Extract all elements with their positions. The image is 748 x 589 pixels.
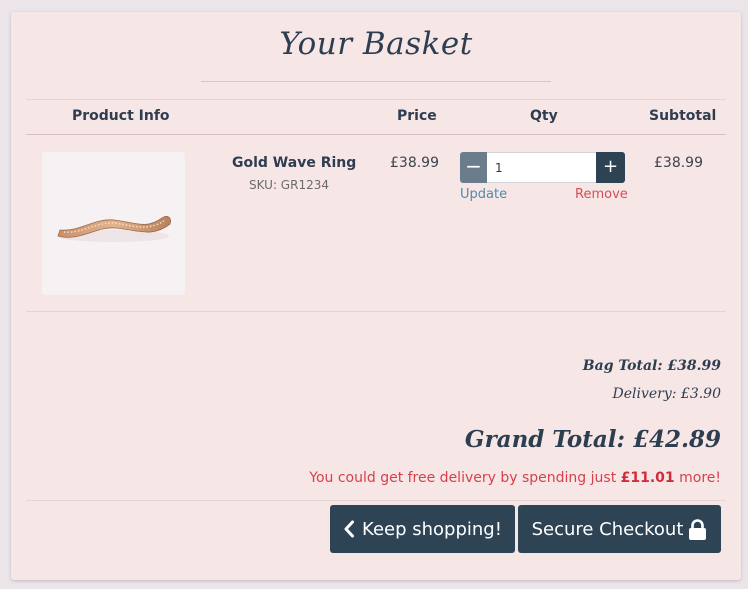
remove-link[interactable]: Remove: [575, 187, 628, 202]
product-subtotal: £38.99: [654, 155, 703, 171]
header-qty: Qty: [530, 108, 558, 124]
bag-total: Bag Total: £38.99: [582, 358, 721, 374]
quantity-stepper: − +: [460, 152, 625, 183]
increase-quantity-button[interactable]: +: [596, 152, 625, 183]
keep-shopping-button[interactable]: Keep shopping!: [330, 505, 515, 553]
product-name[interactable]: Gold Wave Ring: [232, 155, 356, 171]
page-title: Your Basket: [279, 26, 473, 62]
chevron-left-icon: [344, 520, 355, 538]
secure-checkout-label: Secure Checkout: [531, 518, 684, 540]
keep-shopping-label: Keep shopping!: [362, 518, 502, 540]
footer-divider: [26, 500, 726, 501]
decrease-quantity-button[interactable]: −: [460, 152, 487, 183]
update-link[interactable]: Update: [460, 187, 507, 202]
basket-card: Your Basket Product Info Price Qty Subto…: [11, 12, 741, 580]
grand-total: Grand Total: £42.89: [464, 426, 721, 453]
table-top-divider: [26, 99, 726, 100]
header-product-info: Product Info: [72, 108, 170, 124]
lock-icon: [689, 518, 707, 540]
header-subtotal: Subtotal: [649, 108, 717, 124]
quantity-input[interactable]: [487, 152, 596, 183]
free-delivery-message: You could get free delivery by spending …: [309, 470, 721, 486]
delivery-cost: Delivery: £3.90: [612, 386, 721, 402]
free-delivery-suffix: more!: [674, 470, 721, 486]
product-sku: SKU: GR1234: [249, 178, 329, 192]
row-divider: [26, 311, 726, 312]
product-image[interactable]: [42, 152, 185, 295]
secure-checkout-button[interactable]: Secure Checkout: [518, 505, 721, 553]
title-divider: [201, 81, 551, 82]
header-divider: [26, 134, 726, 135]
product-price: £38.99: [390, 155, 439, 171]
header-price: Price: [397, 108, 437, 124]
free-delivery-prefix: You could get free delivery by spending …: [309, 470, 621, 486]
free-delivery-amount: £11.01: [620, 470, 675, 486]
ring-icon: [57, 216, 171, 242]
